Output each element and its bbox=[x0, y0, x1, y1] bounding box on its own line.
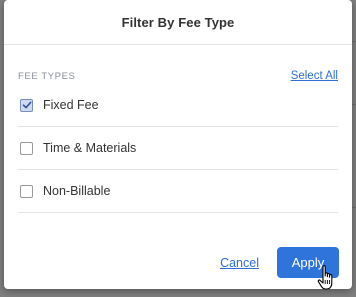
option-label: Time & Materials bbox=[43, 141, 137, 155]
checkmark-icon bbox=[22, 101, 31, 109]
filter-modal: Filter By Fee Type FEE TYPES Select All … bbox=[4, 0, 352, 289]
option-label: Fixed Fee bbox=[43, 98, 99, 112]
modal-header: Filter By Fee Type bbox=[4, 0, 352, 45]
option-time-materials[interactable]: Time & Materials bbox=[18, 127, 338, 170]
non-billable-checkbox[interactable] bbox=[20, 184, 33, 198]
hand-pointer-cursor-icon bbox=[317, 265, 333, 290]
time-materials-checkbox[interactable] bbox=[20, 141, 33, 155]
option-fixed-fee[interactable]: Fixed Fee bbox=[18, 84, 338, 127]
select-all-link[interactable]: Select All bbox=[291, 70, 338, 82]
section-label: FEE TYPES bbox=[18, 70, 76, 82]
cancel-link[interactable]: Cancel bbox=[220, 256, 259, 270]
option-label: Non-Billable bbox=[43, 184, 111, 198]
modal-title: Filter By Fee Type bbox=[121, 14, 235, 30]
option-non-billable[interactable]: Non-Billable bbox=[18, 170, 338, 213]
fixed-fee-checkbox[interactable] bbox=[20, 98, 33, 112]
fee-type-options: Fixed Fee Time & Materials Non-Billable bbox=[18, 84, 338, 213]
section-header: FEE TYPES Select All bbox=[18, 68, 338, 84]
